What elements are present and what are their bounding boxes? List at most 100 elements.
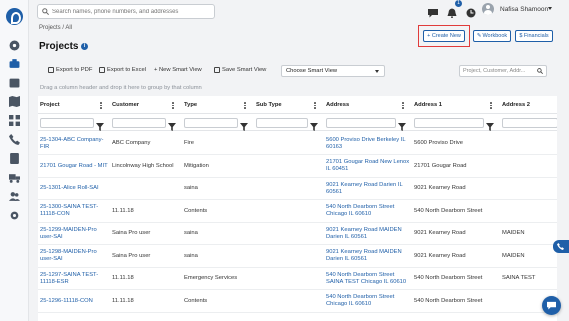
cell-address[interactable]: 540 North Dearborn Street SAINA TEST Chi… bbox=[324, 267, 410, 290]
chevron-down-icon[interactable] bbox=[548, 7, 552, 10]
cell-project[interactable]: 25-1297-SAINA TEST-11118-ESR bbox=[38, 267, 108, 290]
filter-icon[interactable] bbox=[398, 118, 408, 131]
table-row[interactable]: 25-1301-Alice Roll-SAI saina 9021 Kearney … bbox=[38, 177, 557, 200]
column-menu-icon[interactable] bbox=[172, 102, 174, 109]
save-smart-view-label: Save Smart View bbox=[222, 67, 267, 73]
cell-address[interactable]: 9021 Kearney Road MAIDEN Darien IL 60561 bbox=[324, 245, 410, 268]
filter-input-type[interactable] bbox=[184, 118, 238, 128]
global-search[interactable] bbox=[37, 4, 215, 19]
clock-icon[interactable] bbox=[466, 5, 476, 18]
info-icon[interactable]: i bbox=[81, 43, 88, 50]
column-header-project[interactable]: Project bbox=[38, 96, 108, 114]
cell-address[interactable]: 540 North Dearborn Street Chicago IL 606… bbox=[324, 290, 410, 313]
filter-icon[interactable] bbox=[310, 118, 320, 131]
cell-project[interactable]: 21701 Gougar Road - MIT bbox=[38, 155, 108, 178]
new-smart-view-button[interactable]: + New Smart View bbox=[154, 67, 202, 73]
cell-type: saina bbox=[184, 252, 198, 259]
table-row[interactable]: 25-1299-MAIDEN-Pro user-SAI Saina Pro use… bbox=[38, 222, 557, 245]
calendar-icon[interactable] bbox=[9, 77, 20, 88]
phone-icon[interactable] bbox=[9, 134, 20, 145]
filter-icon[interactable] bbox=[96, 118, 106, 131]
grid-filter-row bbox=[38, 114, 557, 131]
table-row[interactable]: 25-1304-ABC Company-FIR ABC Company Fire 56… bbox=[38, 132, 557, 155]
cell-project[interactable]: 25-1299-MAIDEN-Pro user-SAI bbox=[38, 222, 108, 245]
save-smart-view-button[interactable]: Save Smart View bbox=[214, 67, 266, 73]
cell-customer bbox=[110, 177, 180, 200]
column-header-subtype[interactable]: Sub Type bbox=[254, 96, 322, 114]
cell-project[interactable]: 25-1300-SAINA TEST-11118-CON bbox=[38, 200, 108, 223]
cell-subtype bbox=[254, 155, 322, 178]
cell-customer: 11.11.18 bbox=[112, 297, 134, 304]
cell-address[interactable]: 9021 Kearney Road Darien IL 60561 bbox=[324, 177, 410, 200]
cell-project[interactable]: 25-1296-11118-CON bbox=[38, 290, 108, 313]
column-header-address1[interactable]: Address 1 bbox=[412, 96, 498, 114]
filter-input-address1[interactable] bbox=[414, 118, 484, 128]
dashboard-icon[interactable] bbox=[9, 115, 20, 126]
column-menu-icon[interactable] bbox=[244, 102, 246, 109]
filter-input-customer[interactable] bbox=[112, 118, 166, 128]
workbook-button[interactable]: ✎ Workbook bbox=[473, 30, 511, 42]
notification-badge: 1 bbox=[455, 0, 462, 7]
cell-project[interactable]: 25-1301-Alice Roll-SAI bbox=[38, 177, 108, 200]
cell-address1: 21701 Gougar Road bbox=[414, 162, 467, 169]
briefcase-icon[interactable] bbox=[9, 58, 20, 69]
column-menu-icon[interactable] bbox=[490, 102, 492, 109]
column-header-customer[interactable]: Customer bbox=[110, 96, 180, 114]
cell-address1: 540 North Dearborn Street bbox=[414, 297, 483, 304]
truck-icon[interactable] bbox=[9, 172, 20, 183]
column-menu-icon[interactable] bbox=[314, 102, 316, 109]
column-header-address[interactable]: Address bbox=[324, 96, 410, 114]
chat-bubble-icon[interactable] bbox=[428, 5, 438, 18]
table-row[interactable]: 21701 Gougar Road - MIT Lincolnway High S… bbox=[38, 155, 557, 178]
column-menu-icon[interactable] bbox=[100, 102, 102, 109]
column-header-type[interactable]: Type bbox=[182, 96, 252, 114]
map-icon[interactable] bbox=[9, 96, 20, 107]
filter-input-address[interactable] bbox=[326, 118, 396, 128]
cell-address[interactable]: 5600 Proviso Drive Berkeley IL 60163 bbox=[324, 132, 410, 155]
financials-button[interactable]: $ Financials bbox=[515, 30, 553, 42]
cell-address[interactable]: 540 North Dearborn Street Chicago IL 606… bbox=[324, 200, 410, 223]
cell-subtype bbox=[254, 267, 322, 290]
filter-input-address2[interactable] bbox=[502, 118, 557, 128]
global-search-input[interactable] bbox=[52, 8, 202, 15]
export-excel-button[interactable]: Export to Excel bbox=[99, 67, 146, 73]
table-row[interactable]: 25-1300-SAINA TEST-11118-CON 11.11.18 Cont… bbox=[38, 200, 557, 223]
bell-icon[interactable]: 1 bbox=[447, 0, 462, 19]
app-logo[interactable] bbox=[6, 8, 23, 25]
grid-search-input[interactable]: Project, Customer, Addr... bbox=[459, 65, 547, 77]
export-pdf-button[interactable]: Export to PDF bbox=[48, 67, 92, 73]
export-pdf-label: Export to PDF bbox=[56, 67, 93, 73]
filter-icon[interactable] bbox=[240, 118, 250, 131]
filter-icon[interactable] bbox=[168, 118, 178, 131]
compass-icon[interactable] bbox=[9, 40, 20, 51]
gear-icon[interactable] bbox=[9, 210, 20, 221]
cell-address[interactable]: 21701 Gougar Road New Lenox IL 60451 bbox=[324, 155, 410, 178]
chat-fab-button[interactable] bbox=[542, 296, 561, 315]
create-new-label: + Create New bbox=[427, 33, 461, 39]
column-menu-icon[interactable] bbox=[402, 102, 404, 109]
cell-project[interactable]: 25-1304-ABC Company-FIR bbox=[38, 132, 108, 155]
filter-input-subtype[interactable] bbox=[256, 118, 308, 128]
create-new-button[interactable]: + Create New bbox=[423, 30, 465, 42]
users-icon[interactable] bbox=[9, 191, 20, 202]
user-name[interactable]: Nafisa Shamoon bbox=[500, 6, 548, 13]
smart-view-select[interactable]: Choose Smart View bbox=[281, 65, 385, 77]
column-header-address2[interactable]: Address 2 bbox=[500, 96, 557, 114]
table-row[interactable]: 25-1297-SAINA TEST-11118-ESR 11.11.18 Emer… bbox=[38, 267, 557, 290]
filter-input-project[interactable] bbox=[40, 118, 94, 128]
breadcrumb: Projects / All bbox=[39, 25, 73, 31]
invoice-icon[interactable] bbox=[9, 153, 20, 164]
cell-address1: 540 North Dearborn Street bbox=[414, 275, 483, 281]
table-row[interactable]: 25-1296-11118-CON 11.11.18 Contents 540 Nor… bbox=[38, 290, 557, 313]
page-title: Projects bbox=[39, 41, 79, 52]
avatar[interactable] bbox=[482, 3, 494, 15]
cell-address2 bbox=[500, 200, 557, 223]
cell-project[interactable]: 25-1298-MAIDEN-Pro user-SAI bbox=[38, 245, 108, 268]
table-row[interactable]: 25-1298-MAIDEN-Pro user-SAI Saina Pro use… bbox=[38, 245, 557, 268]
filter-icon[interactable] bbox=[486, 118, 496, 131]
phone-fab-button[interactable] bbox=[553, 240, 569, 253]
cell-address[interactable]: 9021 Kearney Road MAIDEN Darien IL 60561 bbox=[324, 222, 410, 245]
cell-address1: 5600 Proviso Drive bbox=[414, 140, 463, 146]
chat-icon bbox=[547, 301, 556, 310]
cell-subtype bbox=[254, 200, 322, 223]
